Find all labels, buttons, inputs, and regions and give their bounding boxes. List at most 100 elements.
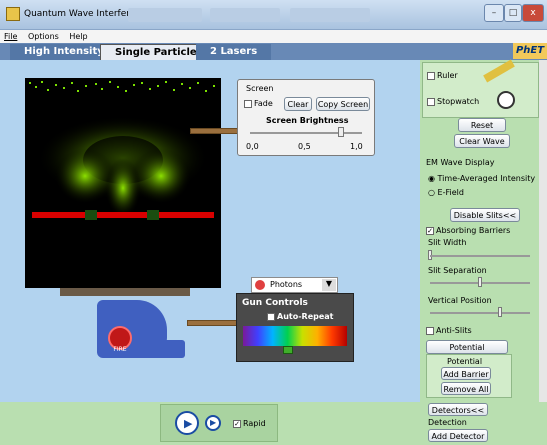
absorbing-label: Absorbing Barriers (436, 226, 511, 235)
wave-area (25, 98, 221, 288)
tab-2-lasers[interactable]: 2 Lasers (196, 44, 272, 60)
stopwatch-check-icon (427, 97, 435, 106)
add-barrier-button[interactable]: Add Barrier (441, 367, 491, 380)
title-bar: Quantum Wave Interference (1.11) – □ x (0, 0, 547, 30)
slit-width-label: Slit Width (428, 238, 467, 247)
gun-connector (187, 320, 237, 326)
gun-controls-title: Gun Controls (242, 298, 308, 308)
wavelength-slider[interactable] (243, 326, 347, 346)
maximize-button[interactable]: □ (504, 4, 522, 22)
screen-title: Screen (246, 84, 274, 93)
check-icon: ✓ (233, 419, 241, 428)
slit-barrier (32, 212, 214, 218)
radio-time-averaged-label: Time-Averaged Intensity (437, 174, 536, 183)
radio-empty-icon: ○ (428, 188, 438, 197)
photon-icon (255, 280, 265, 290)
ruler-checkbox[interactable]: Ruler (427, 71, 458, 80)
clear-wave-button[interactable]: Clear Wave (454, 134, 510, 148)
potential-barriers-button[interactable]: Potential Barriers<< (426, 340, 508, 365)
tab-bar: High Intensity Single Particles 2 Lasers… (0, 43, 547, 60)
fire-button[interactable]: FIRE (108, 326, 132, 353)
scrollbar[interactable] (539, 60, 547, 402)
detectors-button[interactable]: Detectors<< (428, 403, 488, 416)
stopwatch-checkbox[interactable]: Stopwatch (427, 97, 479, 106)
disable-slits-button[interactable]: Disable Slits<< (450, 208, 520, 222)
add-detector-button[interactable]: Add Detector (428, 429, 488, 442)
wavelength-thumb[interactable] (283, 346, 293, 354)
ruler-icon (483, 59, 515, 83)
screen-panel: Screen Fade Clear Copy Screen Screen Bri… (237, 79, 375, 156)
fire-label: FIRE (113, 346, 127, 353)
step-icon: ▶ (210, 418, 217, 427)
gun-controls-panel: Gun Controls ✓ Auto-Repeat (236, 293, 354, 362)
close-button[interactable]: x (522, 4, 544, 22)
playback-controls: ▶ ▶ ✓ Rapid (160, 404, 278, 442)
em-display-section: EM Wave Display ◉ Time-Averaged Intensit… (422, 154, 539, 204)
tick-0: 0,0 (246, 142, 259, 151)
vertical-position-thumb[interactable] (498, 307, 502, 317)
fade-checkbox[interactable]: Fade (244, 99, 273, 108)
chevron-down-icon: ▼ (322, 279, 336, 291)
radio-selected-icon: ◉ (428, 174, 438, 183)
particle-type-select[interactable]: Photons ▼ (251, 277, 338, 293)
rapid-label: Rapid (243, 419, 266, 428)
pause-button[interactable]: ▶ (175, 411, 199, 435)
slit (147, 210, 159, 220)
auto-repeat-checkbox[interactable]: ✓ Auto-Repeat (267, 312, 334, 321)
check-icon: ✓ (426, 226, 434, 235)
menu-options[interactable]: Options (28, 32, 59, 41)
absorbing-checkbox[interactable]: ✓ Absorbing Barriers (426, 226, 510, 235)
menu-help[interactable]: Help (69, 32, 87, 41)
slit-separation-label: Slit Separation (428, 266, 487, 275)
tick-1: 0,5 (298, 142, 311, 151)
ruler-check-icon (427, 71, 435, 80)
minimize-button[interactable]: – (484, 4, 504, 22)
check-icon: ✓ (267, 312, 275, 321)
anti-slits-label: Anti-Slits (436, 326, 472, 335)
control-panel: Ruler Stopwatch Reset Clear Wave EM Wave… (420, 59, 547, 402)
rapid-checkbox[interactable]: ✓ Rapid (233, 419, 266, 428)
detection-screen (25, 78, 221, 98)
auto-repeat-label: Auto-Repeat (277, 312, 334, 321)
ruler-label: Ruler (437, 71, 458, 80)
slit-width-track (430, 255, 530, 257)
brightness-thumb[interactable] (338, 127, 344, 137)
particle-type-value: Photons (270, 280, 303, 289)
potential-title: Potential (447, 357, 483, 366)
brightness-label: Screen Brightness (266, 116, 349, 125)
detection-title: Detection (428, 418, 467, 427)
vertical-position-track (430, 312, 530, 314)
phet-logo: PhET (513, 43, 547, 59)
em-display-title: EM Wave Display (426, 158, 495, 167)
detector-panel: Detectors<< Detection Add Detector (420, 402, 547, 445)
stopwatch-label: Stopwatch (437, 97, 480, 106)
menu-bar: File Options Help (0, 30, 547, 43)
gun-handle (145, 340, 185, 358)
taskbar-item (290, 8, 370, 22)
vertical-position-label: Vertical Position (428, 296, 492, 305)
clear-button[interactable]: Clear (284, 97, 312, 111)
slit-separation-thumb[interactable] (478, 277, 482, 287)
radio-time-averaged[interactable]: ◉ Time-Averaged Intensity (428, 174, 535, 183)
menu-file[interactable]: File (4, 32, 17, 41)
tools-section: Ruler Stopwatch (422, 59, 539, 118)
play-icon: ▶ (184, 417, 193, 430)
copy-screen-button[interactable]: Copy Screen (316, 97, 370, 111)
brightness-track (250, 132, 362, 134)
gun-mount (60, 288, 190, 296)
potential-section: Potential Add Barrier Remove All (426, 354, 512, 398)
fade-check-icon (244, 99, 252, 108)
taskbar-item (210, 8, 280, 22)
screen-connector (190, 128, 238, 134)
tick-2: 1,0 (350, 142, 363, 151)
fade-label: Fade (254, 99, 273, 108)
radio-efield-label: E-Field (437, 188, 464, 197)
reset-button[interactable]: Reset (458, 118, 506, 132)
slit (85, 210, 97, 220)
app-icon (6, 7, 20, 21)
radio-efield[interactable]: ○ E-Field (428, 188, 464, 197)
anti-slits-checkbox[interactable]: Anti-Slits (426, 326, 472, 335)
stopwatch-icon (497, 91, 515, 109)
remove-all-button[interactable]: Remove All (441, 382, 491, 395)
step-button[interactable]: ▶ (205, 415, 221, 431)
